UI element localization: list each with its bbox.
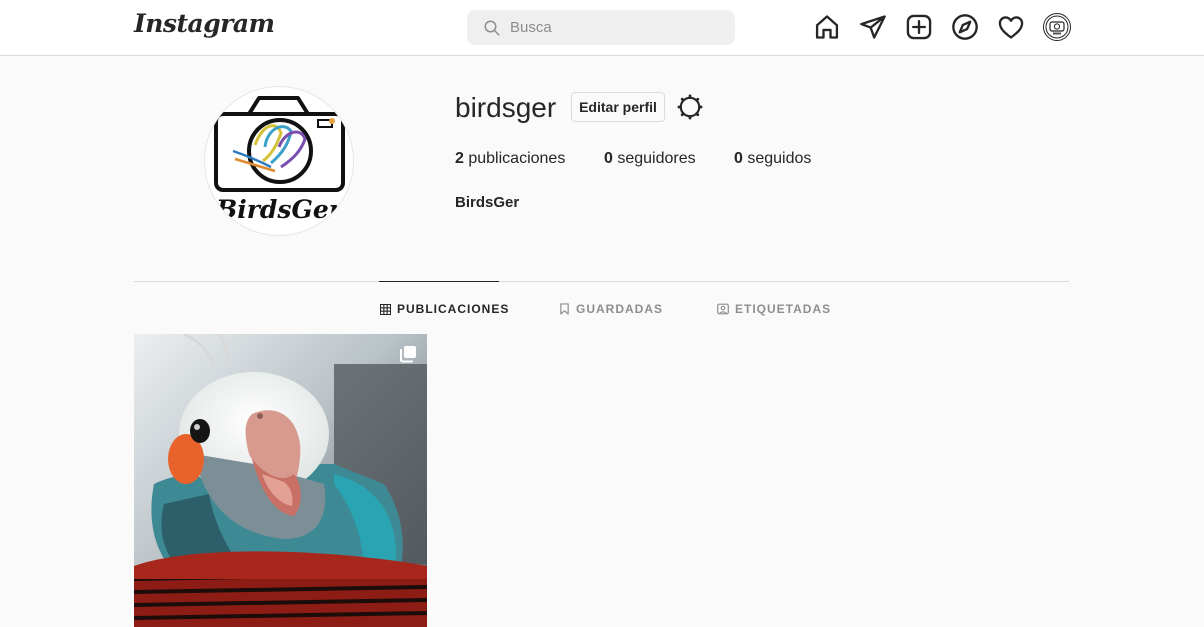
tab-guardadas-label: GUARDADAS [576,302,663,316]
top-navigation-bar: Instagram [0,0,1204,56]
new-post-icon[interactable] [905,13,933,41]
gear-icon[interactable] [677,94,703,120]
edit-profile-button[interactable]: Editar perfil [571,92,665,122]
bookmark-icon [560,303,569,315]
tab-guardadas[interactable]: GUARDADAS [559,300,663,318]
following-count: 0 [734,150,743,167]
followers-stat[interactable]: 0 seguidores [604,150,696,168]
send-icon[interactable] [859,13,887,41]
tab-etiquetadas-label: ETIQUETADAS [735,302,832,316]
following-stat[interactable]: 0 seguidos [734,150,811,168]
active-tab-indicator [379,281,499,282]
search-input[interactable] [510,10,720,45]
profile-logo-text: BirdsGer [215,195,344,224]
explore-icon[interactable] [951,13,979,41]
multi-image-icon [400,346,416,363]
profile-username: birdsger [455,92,557,123]
posts-label: publicaciones [468,150,566,167]
home-icon[interactable] [813,13,841,41]
heart-icon[interactable] [997,13,1025,41]
tagged-icon [717,303,729,315]
post-thumbnail[interactable] [134,334,427,627]
search-box[interactable] [467,10,735,45]
posts-count-stat: 2 publicaciones [455,150,565,168]
followers-count: 0 [604,150,613,167]
instagram-logo[interactable]: Instagram [134,9,275,38]
grid-icon [380,303,391,315]
tab-publicaciones-label: PUBLICACIONES [397,302,510,316]
camera-logo-icon: BirdsGer [214,96,345,224]
profile-full-name: BirdsGer [455,194,520,211]
tab-publicaciones[interactable]: PUBLICACIONES [380,300,509,318]
tab-etiquetadas[interactable]: ETIQUETADAS [717,300,831,318]
posts-count: 2 [455,150,464,167]
avatar-logo-icon [1045,15,1069,39]
tabs-divider [134,281,1069,282]
avatar[interactable] [1043,13,1071,41]
followers-label: seguidores [617,150,696,167]
following-label: seguidos [747,150,812,167]
search-icon [484,20,500,36]
cockatiel-photo [134,334,427,627]
profile-picture[interactable]: BirdsGer [204,86,354,236]
